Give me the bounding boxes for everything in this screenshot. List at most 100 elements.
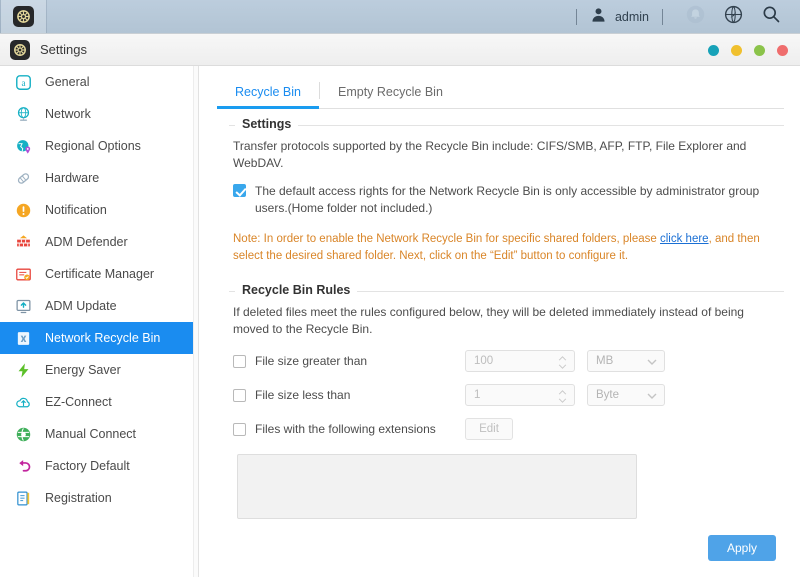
search-icon — [761, 4, 781, 29]
file-size-less-checkbox[interactable] — [233, 389, 246, 402]
apply-button[interactable]: Apply — [708, 535, 776, 561]
sidebar-item-label: Registration — [45, 491, 112, 505]
sidebar-item-label: General — [45, 75, 90, 89]
adm-defender-icon — [14, 233, 32, 251]
notification-button[interactable] — [676, 0, 714, 33]
window-controls — [708, 34, 788, 66]
default-access-rights-row[interactable]: The default access rights for the Networ… — [233, 183, 782, 217]
sidebar-item-label: ADM Update — [45, 299, 117, 313]
window-control-green[interactable] — [754, 44, 765, 56]
gear-icon — [13, 6, 34, 27]
globe-compass-button[interactable] — [714, 0, 752, 33]
sidebar-item-label: Regional Options — [45, 139, 141, 153]
sidebar-item-general[interactable]: a General — [0, 66, 198, 98]
footer-actions: Apply — [708, 535, 776, 561]
file-size-greater-value: 100 — [474, 355, 494, 367]
sidebar-item-hardware[interactable]: Hardware — [0, 162, 198, 194]
globe-compass-icon — [723, 4, 744, 30]
file-size-greater-label: File size greater than — [255, 353, 368, 368]
extensions-textarea[interactable] — [237, 454, 637, 519]
sidebar-item-factory-default[interactable]: Factory Default — [0, 450, 198, 482]
general-icon: a — [14, 73, 32, 91]
sidebar-item-label: Energy Saver — [45, 363, 121, 377]
click-here-link[interactable]: click here — [660, 233, 709, 245]
tab-label: Recycle Bin — [235, 85, 301, 99]
sidebar-item-registration[interactable]: Registration — [0, 482, 198, 514]
file-size-greater-unit-value: MB — [596, 355, 614, 367]
sidebar-item-energy-saver[interactable]: Energy Saver — [0, 354, 198, 386]
taskbar-settings-app[interactable] — [1, 0, 46, 33]
tab-empty-recycle-bin[interactable]: Empty Recycle Bin — [320, 85, 461, 108]
rule-row-file-size-less: File size less than 1 Byte — [233, 384, 782, 406]
edit-extensions-button[interactable]: Edit — [465, 418, 513, 440]
ez-connect-icon — [14, 393, 32, 411]
default-access-rights-label: The default access rights for the Networ… — [255, 184, 760, 215]
tab-recycle-bin[interactable]: Recycle Bin — [217, 85, 319, 109]
sidebar-scrollbar[interactable] — [193, 66, 198, 577]
sidebar-item-manual-connect[interactable]: Manual Connect — [0, 418, 198, 450]
search-button[interactable] — [752, 0, 790, 33]
energy-saver-icon — [14, 361, 32, 379]
rules-legend: Recycle Bin Rules — [235, 283, 358, 297]
spinner-arrows-icon[interactable] — [558, 351, 567, 373]
sidebar-item-label: Certificate Manager — [45, 267, 155, 281]
window-title: Settings — [40, 42, 87, 57]
sidebar-item-label: EZ-Connect — [45, 395, 112, 409]
window-gear-icon — [10, 39, 30, 60]
certificate-manager-icon — [14, 265, 32, 283]
file-extensions-checkbox[interactable] — [233, 423, 246, 436]
edit-button-label: Edit — [479, 423, 499, 435]
bell-icon — [686, 5, 705, 29]
sidebar-item-label: ADM Defender — [45, 235, 128, 249]
network-globe-icon — [14, 105, 32, 123]
file-size-less-checkbox-group[interactable]: File size less than — [233, 387, 465, 404]
chevron-down-icon — [647, 352, 657, 370]
svg-text:a: a — [21, 78, 25, 88]
desktop-top-bar: admin — [0, 0, 800, 33]
file-size-greater-checkbox[interactable] — [233, 355, 246, 368]
sidebar-item-regional-options[interactable]: Regional Options — [0, 130, 198, 162]
topbar-divider-2 — [46, 0, 47, 33]
sidebar-item-label: Network Recycle Bin — [45, 331, 161, 345]
notification-icon — [14, 201, 32, 219]
sidebar-item-adm-defender[interactable]: ADM Defender — [0, 226, 198, 258]
sidebar-item-label: Notification — [45, 203, 107, 217]
topbar-separator-1 — [575, 8, 577, 25]
registration-icon — [14, 489, 32, 507]
spinner-arrows-icon[interactable] — [558, 385, 567, 407]
sidebar-item-network[interactable]: Network — [0, 98, 198, 130]
file-size-greater-input[interactable]: 100 — [465, 350, 575, 372]
recycle-bin-icon — [14, 329, 32, 347]
settings-note: Note: In order to enable the Network Rec… — [233, 231, 763, 265]
settings-fieldset-body: Transfer protocols supported by the Recy… — [229, 126, 784, 265]
sidebar-item-label: Network — [45, 107, 91, 121]
file-size-greater-unit-select[interactable]: MB — [587, 350, 665, 372]
settings-content: Recycle Bin Empty Recycle Bin Settings T… — [199, 66, 800, 577]
file-size-greater-checkbox-group[interactable]: File size greater than — [233, 353, 465, 370]
file-size-less-input[interactable]: 1 — [465, 384, 575, 406]
content-tabs: Recycle Bin Empty Recycle Bin — [217, 75, 784, 109]
file-size-less-unit-select[interactable]: Byte — [587, 384, 665, 406]
user-menu[interactable]: admin — [590, 6, 649, 28]
sidebar-item-notification[interactable]: Notification — [0, 194, 198, 226]
default-access-rights-checkbox[interactable] — [233, 184, 246, 197]
taskbar-app-list — [1, 0, 46, 33]
window-control-yellow[interactable] — [731, 44, 742, 56]
topbar-right-cluster: admin — [563, 0, 800, 33]
sidebar-item-adm-update[interactable]: ADM Update — [0, 290, 198, 322]
window-control-red[interactable] — [777, 44, 788, 56]
sidebar-item-certificate-manager[interactable]: Certificate Manager — [0, 258, 198, 290]
sidebar-item-ez-connect[interactable]: EZ-Connect — [0, 386, 198, 418]
file-extensions-label: Files with the following extensions — [255, 421, 436, 436]
file-extensions-checkbox-group[interactable]: Files with the following extensions — [233, 421, 465, 438]
window-titlebar: Settings — [0, 34, 800, 66]
recycle-bin-rules-fieldset: Recycle Bin Rules If deleted files meet … — [229, 283, 784, 519]
rules-description: If deleted files meet the rules configur… — [233, 305, 744, 336]
window-control-teal[interactable] — [708, 44, 719, 56]
settings-description: Transfer protocols supported by the Recy… — [233, 139, 747, 170]
rule-row-file-size-greater: File size greater than 100 MB — [233, 350, 782, 372]
topbar-separator-2 — [662, 8, 663, 25]
chevron-down-icon — [647, 386, 657, 404]
sidebar-item-network-recycle-bin[interactable]: Network Recycle Bin — [0, 322, 198, 354]
file-size-less-value: 1 — [474, 389, 481, 401]
